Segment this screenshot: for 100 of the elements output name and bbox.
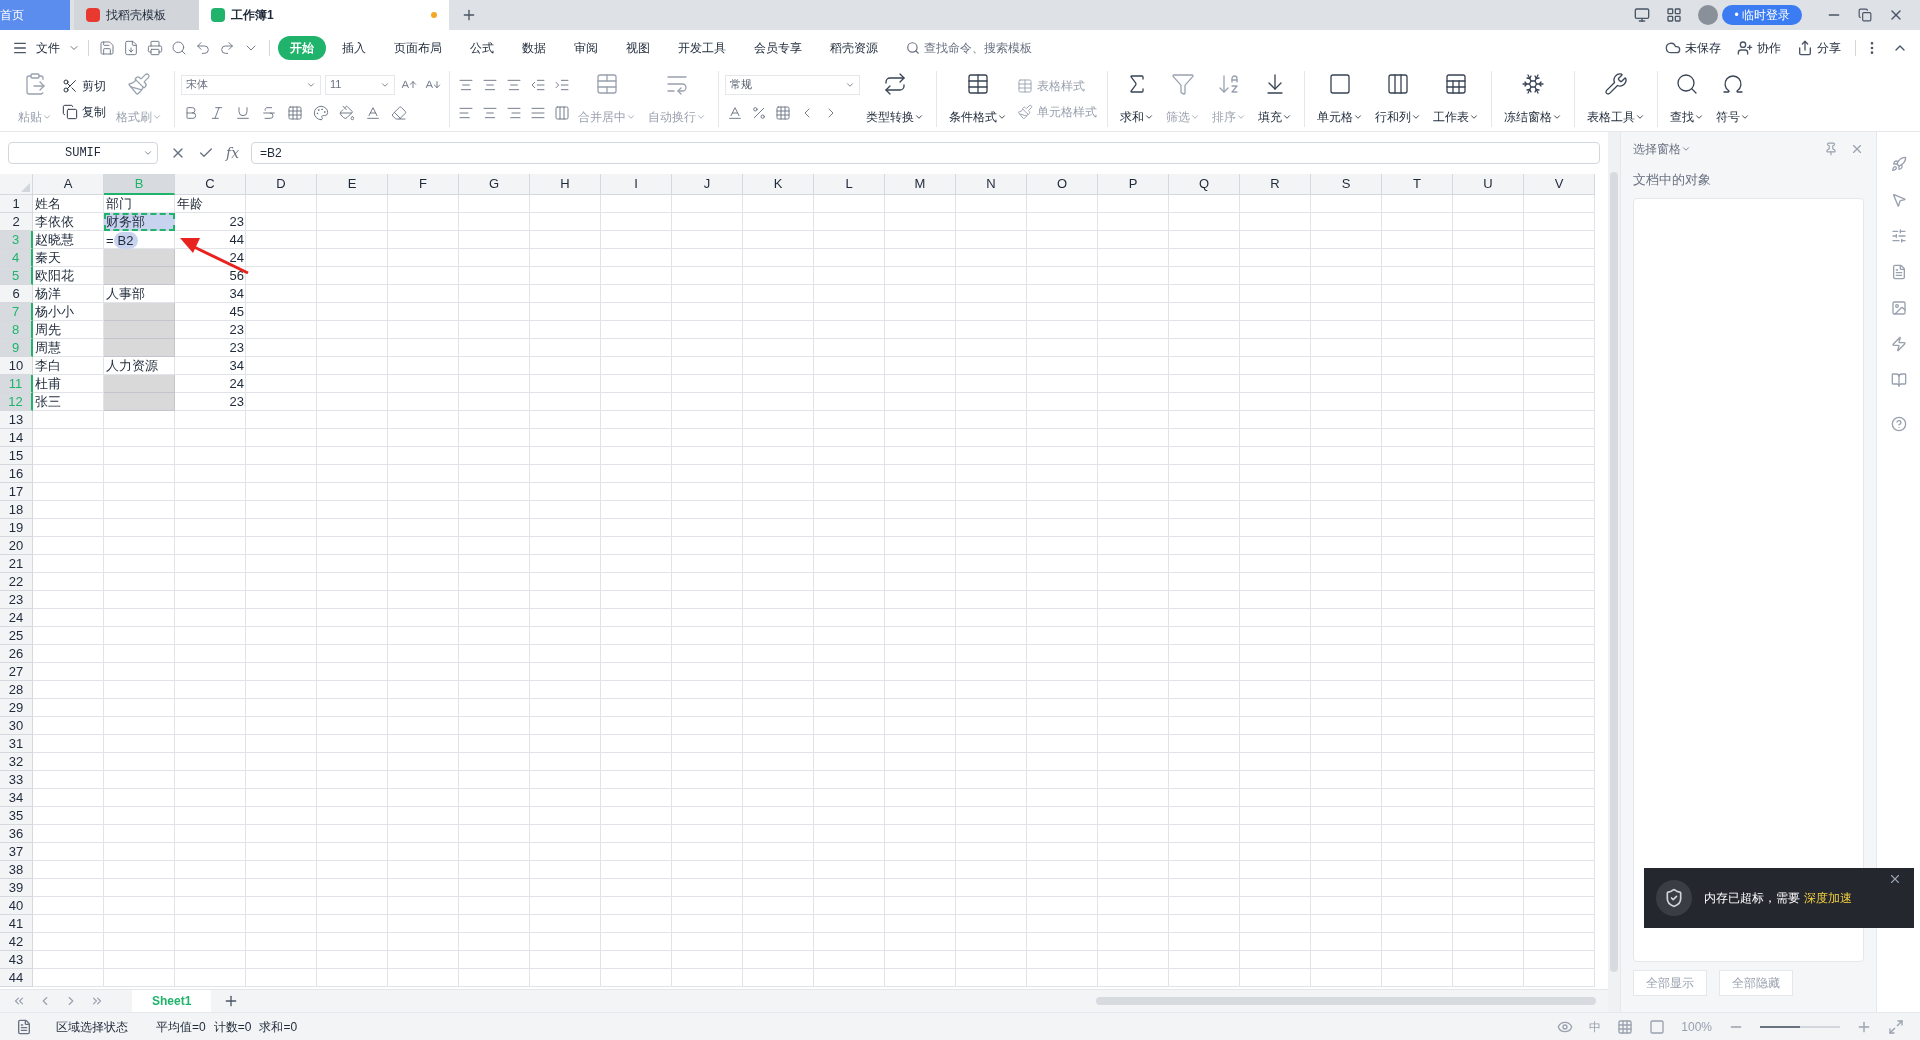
sliders-icon[interactable] — [1890, 228, 1907, 244]
column-header[interactable]: F — [388, 174, 459, 195]
document-action[interactable]: 分享 — [1791, 39, 1847, 57]
row-header[interactable]: 28 — [0, 681, 33, 699]
rocket-icon[interactable] — [1890, 156, 1907, 172]
lightning-icon[interactable] — [1890, 336, 1907, 352]
row-header[interactable]: 25 — [0, 627, 33, 645]
row-header[interactable]: 16 — [0, 465, 33, 483]
avatar[interactable] — [1698, 5, 1719, 25]
column-header[interactable]: P — [1098, 174, 1169, 195]
column-header[interactable]: C — [175, 174, 246, 195]
ribbon-button[interactable]: 复制 — [62, 102, 106, 121]
formula-field[interactable]: =B2 — [251, 142, 1600, 164]
menu-tab[interactable]: 公式 — [458, 36, 506, 60]
row-header[interactable]: 27 — [0, 663, 33, 681]
column-header[interactable]: S — [1311, 174, 1382, 195]
ribbon-button[interactable]: 求和 — [1114, 71, 1160, 126]
ribbon-button[interactable]: 填充 — [1252, 71, 1298, 126]
row-header[interactable]: 18 — [0, 501, 33, 519]
pointer-icon[interactable] — [1890, 192, 1907, 208]
column-header[interactable]: A — [33, 174, 104, 195]
font-field[interactable]: 宋体 — [181, 74, 321, 95]
menu-icon[interactable] — [12, 40, 28, 56]
row-header[interactable]: 37 — [0, 843, 33, 861]
close-icon[interactable] — [1888, 872, 1902, 886]
row-header[interactable]: 22 — [0, 573, 33, 591]
menu-tab[interactable]: 数据 — [510, 36, 558, 60]
column-header[interactable]: R — [1240, 174, 1311, 195]
ribbon-button[interactable]: 行和列 — [1369, 71, 1427, 126]
row-header[interactable]: 41 — [0, 915, 33, 933]
column-header[interactable]: J — [672, 174, 743, 195]
print-icon[interactable] — [145, 38, 165, 58]
row-header[interactable]: 38 — [0, 861, 33, 879]
page-view-icon[interactable] — [1649, 1018, 1666, 1035]
pin-icon[interactable] — [1824, 142, 1838, 156]
book-icon[interactable] — [1890, 372, 1907, 388]
menu-tab[interactable]: 审阅 — [562, 36, 610, 60]
help-icon[interactable] — [1890, 416, 1907, 432]
row-header[interactable]: 39 — [0, 879, 33, 897]
column-header[interactable]: L — [814, 174, 885, 195]
column-header[interactable]: H — [530, 174, 601, 195]
document-action[interactable]: 协作 — [1731, 39, 1787, 57]
row-header[interactable]: 30 — [0, 717, 33, 735]
ribbon-button[interactable]: 查找 — [1664, 71, 1710, 126]
column-header[interactable]: I — [601, 174, 672, 195]
function-button[interactable]: fx — [226, 142, 240, 164]
pane-title[interactable]: 选择窗格 — [1633, 140, 1681, 158]
image-icon[interactable] — [1890, 300, 1907, 316]
menu-tab[interactable]: 视图 — [614, 36, 662, 60]
row-header[interactable]: 43 — [0, 951, 33, 969]
font-size-field[interactable]: 11 — [325, 74, 395, 95]
row-header[interactable]: 32 — [0, 753, 33, 771]
layout-icon[interactable] — [1634, 7, 1651, 23]
row-header[interactable]: 15 — [0, 447, 33, 465]
number-format-field[interactable]: 常规 — [725, 74, 860, 95]
column-header[interactable]: M — [885, 174, 956, 195]
apps-icon[interactable] — [1666, 7, 1683, 23]
ribbon-button[interactable]: 符号 — [1710, 71, 1756, 126]
document-tab[interactable]: 工作簿1 — [199, 0, 449, 30]
document-action[interactable]: 未保存 — [1659, 39, 1727, 57]
row-header[interactable]: 14 — [0, 429, 33, 447]
row-header[interactable]: 44 — [0, 969, 33, 987]
horizontal-scrollbar[interactable] — [1096, 997, 1596, 1005]
row-header[interactable]: 33 — [0, 771, 33, 789]
row-header[interactable]: 26 — [0, 645, 33, 663]
menu-item[interactable]: 文件 — [32, 39, 64, 57]
normal-view-icon[interactable] — [1617, 1018, 1634, 1035]
fullscreen-icon[interactable] — [1888, 1018, 1904, 1035]
ribbon-button[interactable]: 冻结窗格 — [1498, 71, 1568, 126]
row-header[interactable]: 1 — [0, 195, 33, 213]
row-header[interactable]: 31 — [0, 735, 33, 753]
notification-link[interactable]: 深度加速 — [1804, 889, 1852, 907]
zoom-slider-track[interactable] — [1760, 1025, 1840, 1028]
row-header[interactable]: 6 — [0, 285, 33, 303]
ribbon-button[interactable]: 剪切 — [62, 76, 106, 95]
row-header[interactable]: 10 — [0, 357, 33, 375]
row-header[interactable]: 40 — [0, 897, 33, 915]
document-icon[interactable] — [1890, 264, 1907, 280]
menu-tab[interactable]: 开发工具 — [666, 36, 738, 60]
new-tab-icon[interactable] — [461, 7, 477, 23]
menu-tab[interactable]: 稻壳资源 — [818, 36, 890, 60]
row-header[interactable]: 23 — [0, 591, 33, 609]
row-header[interactable]: 17 — [0, 483, 33, 501]
column-header[interactable]: Q — [1169, 174, 1240, 195]
column-header[interactable]: O — [1027, 174, 1098, 195]
column-header[interactable]: K — [743, 174, 814, 195]
ribbon-button[interactable]: 类型转换 — [860, 71, 930, 126]
column-header[interactable]: D — [246, 174, 317, 195]
row-header[interactable]: 24 — [0, 609, 33, 627]
menu-tab[interactable]: 插入 — [330, 36, 378, 60]
vertical-scrollbar[interactable] — [1608, 132, 1620, 1012]
row-header[interactable]: 42 — [0, 933, 33, 951]
first-sheet-icon[interactable] — [12, 994, 26, 1008]
last-sheet-icon[interactable] — [90, 994, 104, 1008]
row-header[interactable]: 20 — [0, 537, 33, 555]
login-button[interactable]: • 临时登录 — [1722, 5, 1802, 25]
menu-tab[interactable]: 页面布局 — [382, 36, 454, 60]
row-header[interactable]: 21 — [0, 555, 33, 573]
ribbon-button[interactable]: 单元格 — [1311, 71, 1369, 126]
column-header[interactable]: G — [459, 174, 530, 195]
